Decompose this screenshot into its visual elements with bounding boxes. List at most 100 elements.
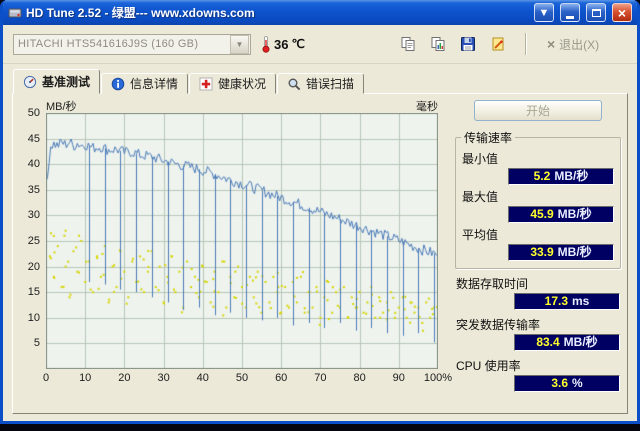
access-time-value: 17.3 [544,294,568,308]
info-icon [111,77,125,90]
value-cpu-usage: 3.6 % [514,375,620,392]
benchmark-plot-canvas [46,113,438,369]
tab-error-scan-label: 错误扫描 [306,77,355,91]
max-unit: MB/秒 [557,207,592,221]
exit-icon: × [546,36,556,52]
download-arrow-button[interactable]: ▼ [534,3,554,22]
tab-benchmark-label: 基准测试 [42,75,91,89]
benchmark-page: MB/秒 毫秒 5 10 15 20 25 30 35 40 45 50 0 10 20 30 40 50 6… [12,93,628,414]
x-axis-tick-label: 40 [196,372,209,384]
access-time-section: 数据存取时间 17.3 ms [455,275,621,310]
x-axis-tick-label: 100% [423,372,453,384]
drive-select[interactable]: HITACHI HTS541616J9S (160 GB) ▼ [13,33,251,55]
benchmark-icon [23,75,37,88]
hd-tune-window: HD Tune 2.52 - 绿盟--- www.xdowns.com ▼ × … [0,0,640,424]
x-axis-tick-label: 90 [392,372,405,384]
y-axis-tick-label: 15 [27,286,40,299]
titlebar: HD Tune 2.52 - 绿盟--- www.xdowns.com ▼ × [3,0,637,25]
transfer-rate-group-label: 传输速率 [464,131,513,145]
x-axis-ticks: 0 10 20 30 40 50 60 70 80 90 100% [42,372,452,386]
tab-info[interactable]: 信息详情 [101,73,189,94]
min-value: 5.2 [533,169,551,183]
y-axis-tick-label: 40 [27,158,40,171]
maximize-button[interactable] [586,3,606,22]
x-axis-tick-label: 60 [275,372,288,384]
tab-error-scan[interactable]: 错误扫描 [277,73,365,94]
value-access-time: 17.3 ms [514,293,620,310]
cpu-usage-unit: % [572,376,583,390]
x-axis-tick-label: 0 [42,372,50,384]
window-title: HD Tune 2.52 - 绿盟--- www.xdowns.com [26,6,255,20]
avg-label: 平均值 [462,228,499,242]
copy-image-button[interactable] [425,31,451,57]
drive-select-value: HITACHI HTS541616J9S (160 GB) [18,38,199,50]
x-axis-tick-label: 10 [79,372,92,384]
scan-icon [288,78,301,90]
y-axis-tick-label: 5 [33,337,40,350]
toolbar: HITACHI HTS541616J9S (160 GB) ▼ 36 ℃ × 退… [3,25,637,64]
exit-button[interactable]: × 退出(X) [541,34,605,55]
tab-benchmark[interactable]: 基准测试 [13,69,101,94]
save-icon [460,37,475,51]
start-button[interactable]: 开始 [474,100,602,121]
y-left-axis-label: MB/秒 [46,101,77,113]
minimize-icon [566,15,574,19]
burst-rate-value: 83.4 [536,335,560,349]
maximize-icon [591,8,601,17]
burst-rate-label: 突发数据传输率 [456,318,541,332]
exit-label: 退出(X) [559,37,600,52]
x-axis-tick-label: 70 [314,372,327,384]
transfer-rate-group: 传输速率 最小值 5.2 MB/秒 最大值 45.9 MB/秒 平均值 33.9… [455,129,621,269]
burst-rate-unit: MB/秒 [563,335,598,349]
tab-health-label: 健康状况 [218,77,267,91]
chevron-down-icon[interactable]: ▼ [230,34,249,54]
close-button[interactable]: × [612,3,632,22]
health-icon [199,77,213,90]
tab-bar: 基准测试 信息详情 健康状况 错误扫描 [3,64,637,94]
y-axis-tick-label: 20 [27,260,40,273]
y-axis-tick-label: 25 [27,235,40,247]
x-axis-tick-label: 50 [235,372,249,384]
cpu-usage-section: CPU 使用率 3.6 % [455,357,621,392]
access-time-unit: ms [572,294,590,308]
value-avg: 33.9 MB/秒 [508,244,614,261]
y-axis-tick-label: 30 [27,209,40,222]
value-max: 45.9 MB/秒 [508,206,614,223]
tab-health[interactable]: 健康状况 [189,73,277,94]
thermometer-icon [261,35,271,53]
desktop-strip [0,424,640,431]
min-unit: MB/秒 [554,169,589,183]
export-image-icon [492,37,504,51]
results-panel: 开始 传输速率 最小值 5.2 MB/秒 最大值 45.9 MB/秒 平均值 3… [455,98,621,409]
benchmark-chart: MB/秒 毫秒 5 10 15 20 25 30 35 40 45 50 0 10 20 30 40 50 6… [19,98,452,400]
max-label: 最大值 [462,190,499,204]
avg-unit: MB/秒 [557,245,592,259]
y-axis-tick-label: 45 [27,132,40,145]
y-axis-tick-label: 35 [27,183,40,196]
access-time-label: 数据存取时间 [456,277,529,291]
value-burst-rate: 83.4 MB/秒 [514,334,620,351]
max-value: 45.9 [530,207,554,221]
y-axis-ticks: 5 10 15 20 25 30 35 40 45 50 [19,107,43,369]
temperature-unit: ℃ [291,37,305,51]
copy-text-icon [401,37,415,51]
value-min: 5.2 MB/秒 [508,168,614,185]
cpu-usage-value: 3.6 [551,376,568,390]
y-right-axis-label: 毫秒 [416,101,438,113]
avg-value: 33.9 [530,245,554,259]
toolbar-buttons [395,31,511,57]
minimize-button[interactable] [560,3,580,22]
app-icon [8,6,22,20]
temperature-value: 36 [274,36,289,52]
y-axis-tick-label: 10 [27,311,40,324]
x-axis-tick-label: 80 [353,372,366,384]
burst-rate-section: 突发数据传输率 83.4 MB/秒 [455,316,621,351]
x-axis-tick-label: 20 [118,372,131,384]
export-image-button[interactable] [485,31,511,57]
x-axis-tick-label: 30 [157,372,170,384]
temperature-indicator: 36 ℃ [261,35,305,53]
save-button[interactable] [455,31,481,57]
y-axis-tick-label: 50 [27,107,40,119]
copy-text-button[interactable] [395,31,421,57]
min-label: 最小值 [462,152,499,166]
